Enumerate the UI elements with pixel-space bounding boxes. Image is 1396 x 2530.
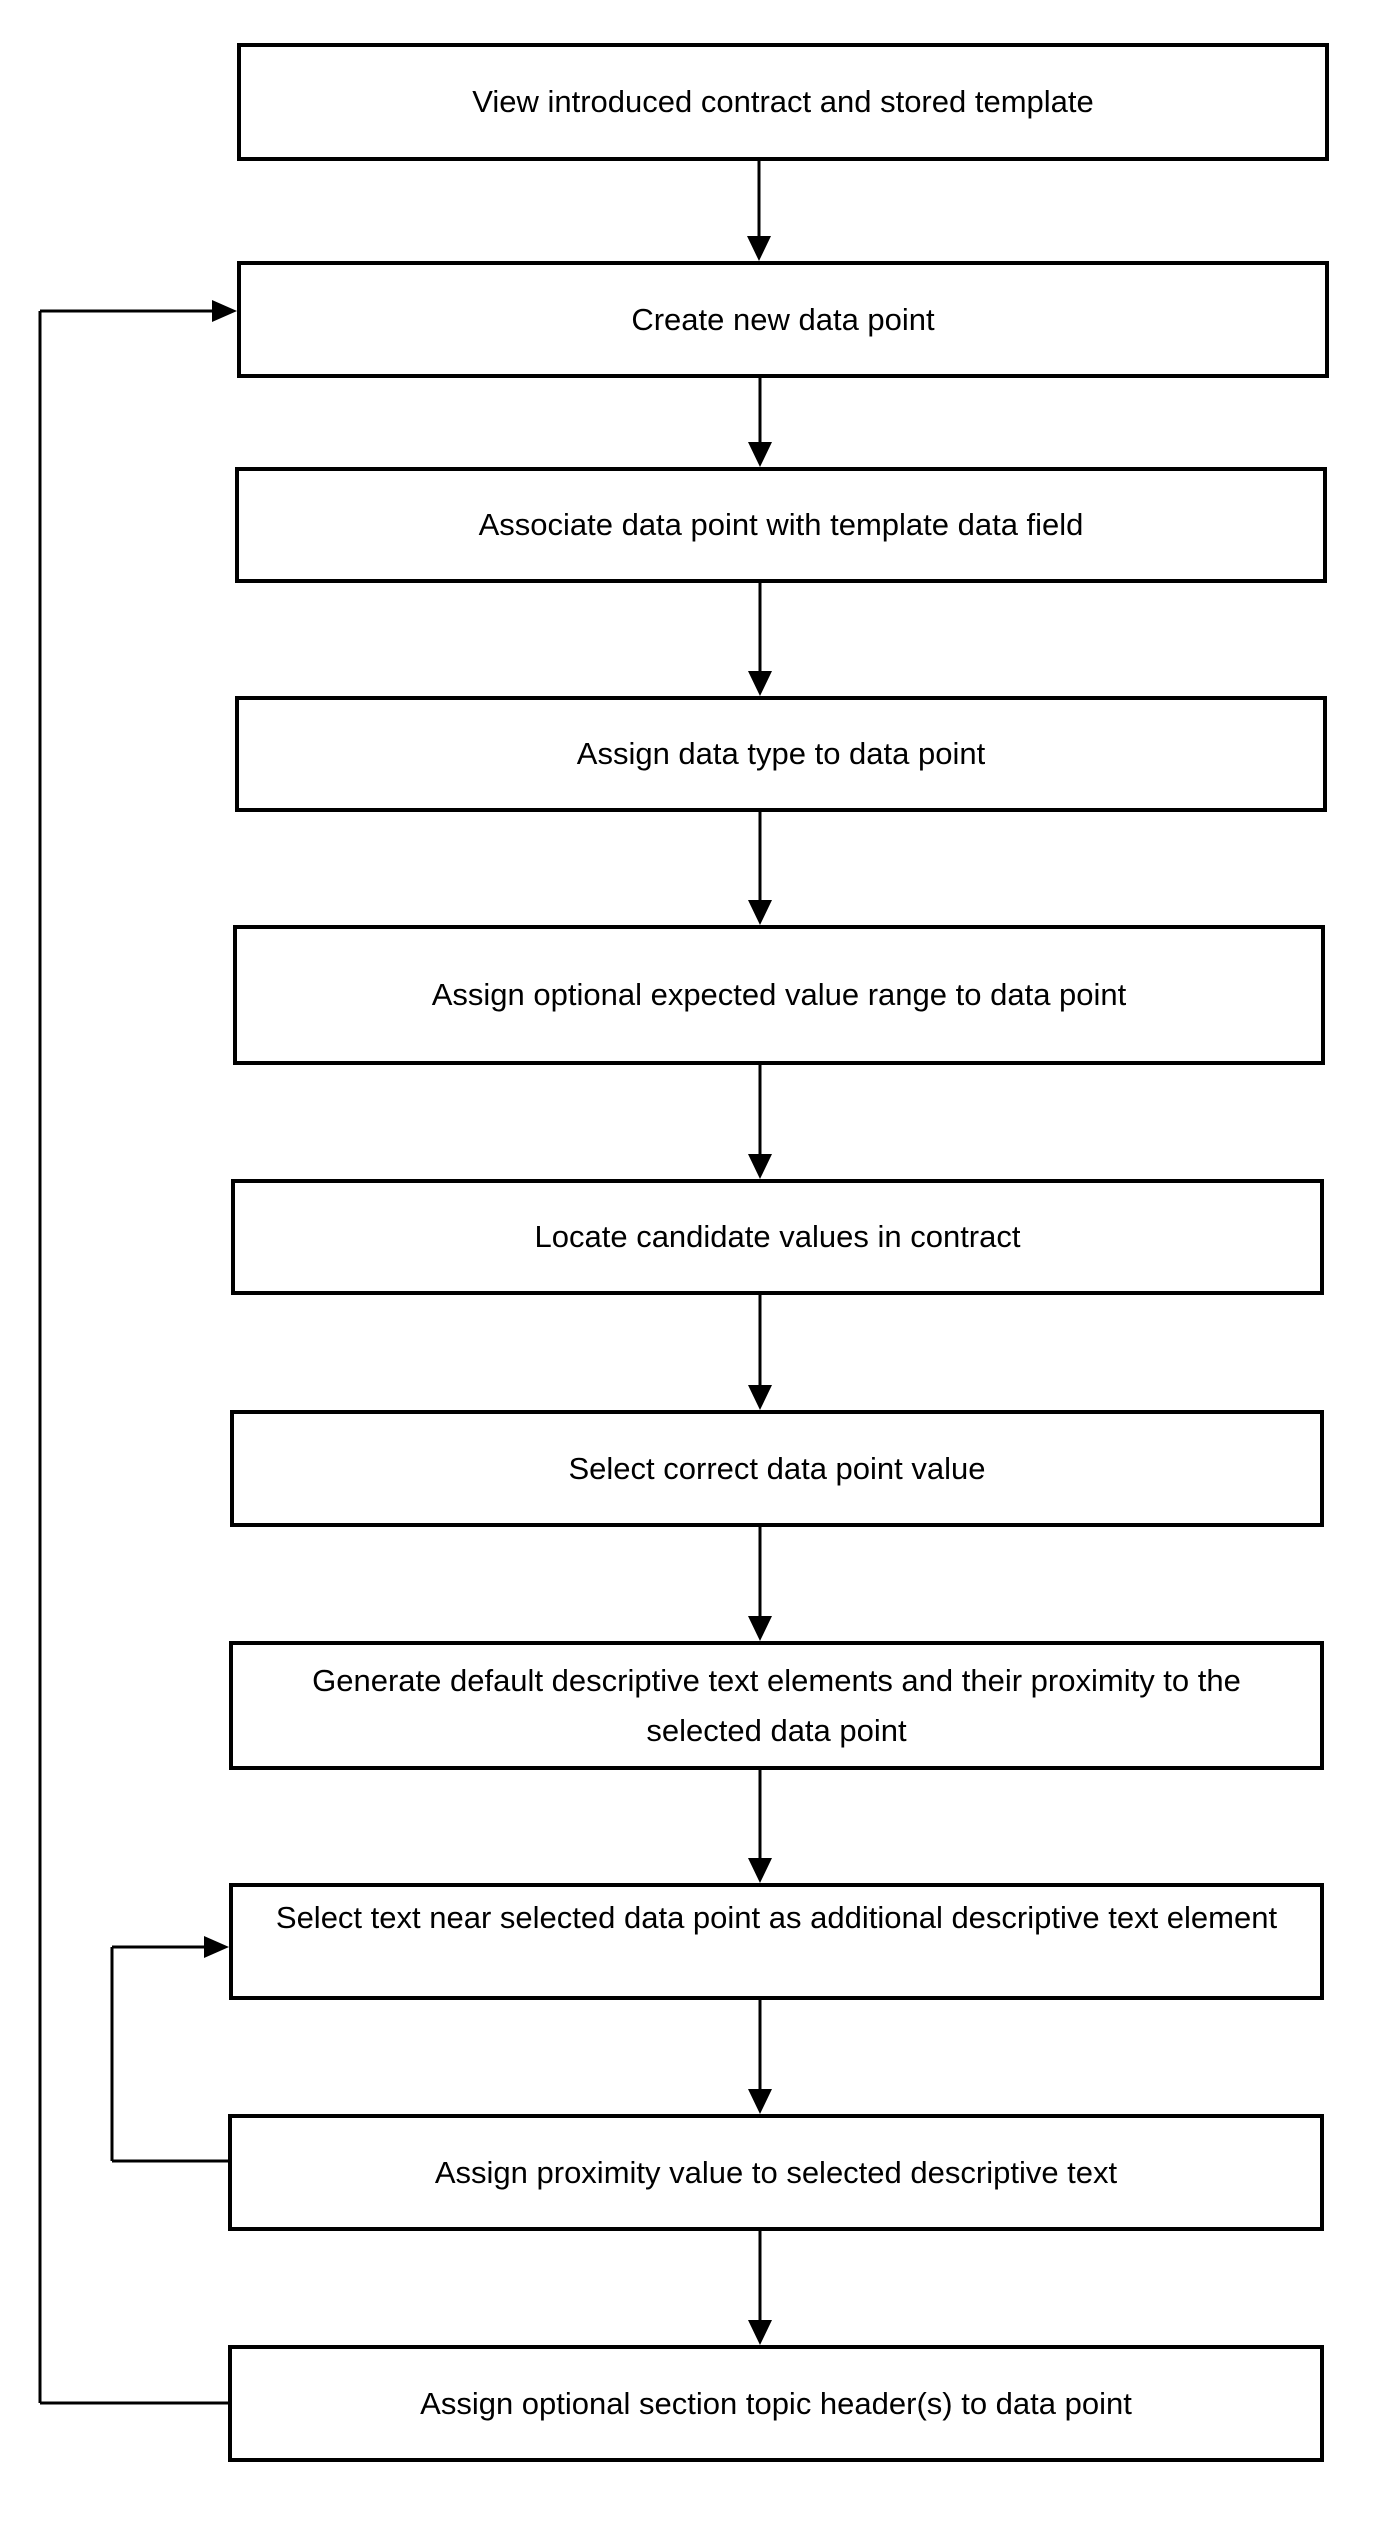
step-assign-value-range: Assign optional expected value range to … [233, 925, 1325, 1065]
step-view-contract: View introduced contract and stored temp… [237, 43, 1329, 161]
step-assign-data-type: Assign data type to data point [235, 696, 1327, 812]
arrow-right-icon [204, 1936, 229, 1958]
arrow-down-icon [748, 2089, 772, 2114]
step-label: Select text near selected data point as … [275, 1900, 1278, 1935]
step-label: Generate default descriptive text elemen… [312, 1662, 1241, 1748]
step-select-additional-text: Select text near selected data point as … [229, 1883, 1324, 2000]
arrow-down-icon [748, 1616, 772, 1641]
step-assign-section-header: Assign optional section topic header(s) … [228, 2345, 1324, 2462]
arrow-down-icon [748, 1858, 772, 1883]
step-label: Assign data type to data point [576, 736, 986, 771]
arrow-down-icon [748, 671, 772, 696]
step-create-data-point: Create new data point [237, 261, 1329, 378]
step-label: Associate data point with template data … [478, 507, 1084, 542]
step-label: View introduced contract and stored temp… [472, 84, 1094, 119]
arrow-down-icon [748, 900, 772, 925]
step-label: Select correct data point value [568, 1450, 986, 1486]
step-assign-proximity: Assign proximity value to selected descr… [228, 2114, 1324, 2231]
arrow-down-icon [747, 236, 771, 261]
step-associate-data-field: Associate data point with template data … [235, 467, 1327, 583]
step-generate-descriptive-text: Generate default descriptive text elemen… [229, 1641, 1324, 1770]
arrow-down-icon [748, 2320, 772, 2345]
step-select-value: Select correct data point value [230, 1410, 1324, 1527]
step-locate-candidates: Locate candidate values in contract [231, 1179, 1324, 1295]
step-label: Assign proximity value to selected descr… [434, 2154, 1118, 2190]
arrow-down-icon [748, 442, 772, 467]
step-label: Assign optional section topic header(s) … [420, 2385, 1132, 2421]
step-label: Assign optional expected value range to … [431, 977, 1127, 1012]
arrow-down-icon [748, 1385, 772, 1410]
step-label: Create new data point [631, 301, 935, 337]
arrow-down-icon [748, 1154, 772, 1179]
step-label: Locate candidate values in contract [534, 1219, 1021, 1254]
arrow-right-icon [212, 300, 237, 322]
